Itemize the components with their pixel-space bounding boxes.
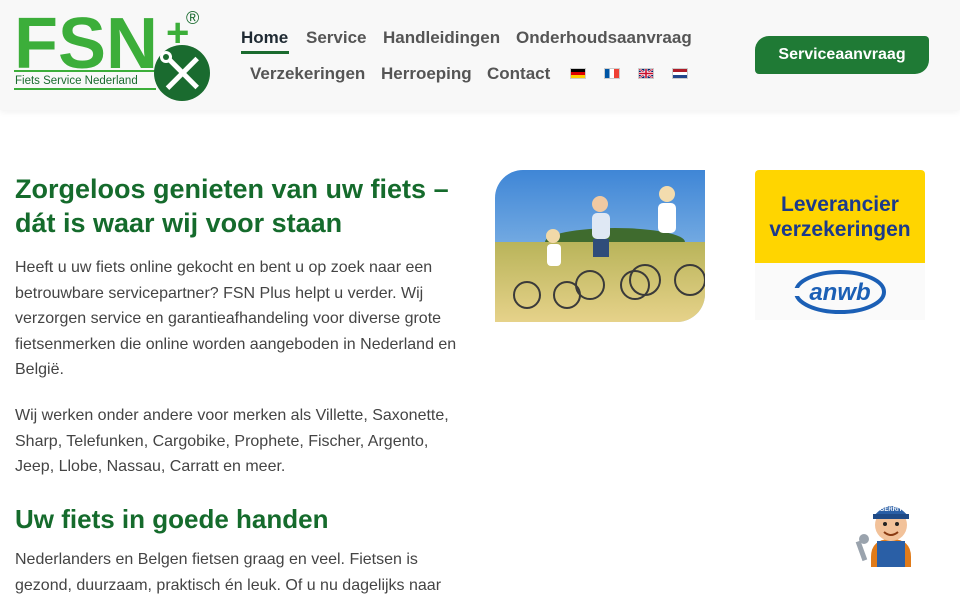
wrench-screwdriver-icon	[154, 45, 210, 101]
nav-onderhoudsaanvraag[interactable]: Onderhoudsaanvraag	[516, 28, 692, 48]
nav-herroeping[interactable]: Herroeping	[381, 64, 472, 84]
nav-home[interactable]: Home	[241, 28, 288, 48]
badge-line2: verzekeringen	[769, 217, 911, 241]
section-paragraph: Nederlanders en Belgen fietsen graag en …	[15, 551, 442, 594]
nav-service[interactable]: Service	[306, 28, 367, 48]
logo-text: FSN	[14, 6, 158, 84]
de-flag-icon[interactable]	[570, 68, 586, 79]
intro-paragraph: Heeft u uw fiets online gekocht en bent …	[15, 259, 457, 378]
nav-active-indicator	[241, 51, 289, 54]
badge-line1: Leverancier	[781, 192, 899, 216]
anwb-wordmark: anwb	[809, 279, 870, 306]
fsn-logo[interactable]: FSN + ® Fiets Service Nederland	[14, 6, 214, 104]
badge-label: Leverancier verzekeringen	[755, 170, 925, 263]
mascot-gerrit-icon[interactable]: GERRIT	[855, 495, 927, 567]
gb-flag-icon[interactable]	[638, 68, 654, 79]
serviceaanvraag-button[interactable]: Serviceaanvraag	[755, 36, 929, 74]
site-header: FSN + ® Fiets Service Nederland Home Ser…	[0, 0, 960, 110]
nav-contact[interactable]: Contact	[487, 64, 550, 84]
fr-flag-icon[interactable]	[604, 68, 620, 79]
section-heading: Uw fiets in goede handen	[15, 504, 329, 534]
anwb-insurance-badge[interactable]: Leverancier verzekeringen anwb	[755, 170, 925, 320]
anwb-logo: anwb	[755, 263, 925, 320]
family-cycling-photo	[495, 170, 705, 322]
nav-verzekeringen[interactable]: Verzekeringen	[250, 64, 365, 84]
page-heading: Zorgeloos genieten van uw fiets – dát is…	[15, 174, 449, 238]
logo-subtitle: Fiets Service Nederland	[15, 75, 138, 87]
nl-flag-icon[interactable]	[672, 68, 688, 79]
nav-handleidingen[interactable]: Handleidingen	[383, 28, 500, 48]
brands-paragraph: Wij werken onder andere voor merken als …	[15, 407, 449, 475]
mascot-cap-text: GERRIT	[880, 507, 903, 513]
logo-registered: ®	[186, 8, 199, 28]
